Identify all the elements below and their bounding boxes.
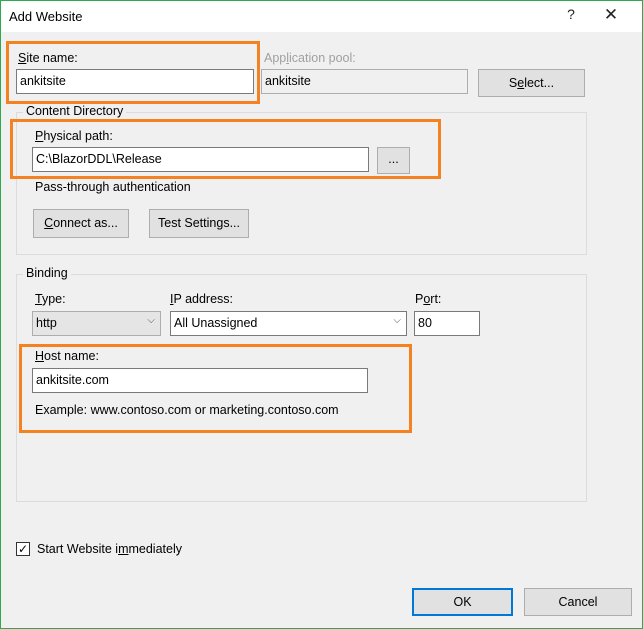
- dialog-title: Add Website: [9, 9, 83, 24]
- label-text: P address:: [173, 292, 234, 306]
- host-name-label: Host name:: [35, 349, 99, 363]
- physical-path-label: Physical path:: [35, 129, 113, 143]
- type-dropdown[interactable]: http ⌵: [32, 311, 161, 336]
- title-bar: Add Website ? ✕: [1, 1, 642, 32]
- application-pool-label: Application pool:: [264, 51, 356, 65]
- label-text: ost name:: [44, 349, 99, 363]
- content-directory-title: Content Directory: [23, 104, 127, 118]
- ip-address-dropdown[interactable]: All Unassigned ⌵: [170, 311, 407, 336]
- access-key: m: [118, 542, 129, 556]
- binding-title: Binding: [23, 266, 71, 280]
- application-pool-input: ankitsite: [261, 69, 468, 94]
- port-label: Port:: [415, 292, 441, 306]
- site-name-label: Site name:: [18, 51, 78, 65]
- access-key: T: [35, 292, 42, 306]
- label-text: S: [508, 76, 518, 90]
- chevron-down-icon: ⌵: [393, 315, 401, 326]
- site-name-input[interactable]: ankitsite: [16, 69, 254, 94]
- pass-through-auth-label: Pass-through authentication: [35, 180, 191, 194]
- label-text: Test Settin: [158, 216, 217, 230]
- physical-path-input[interactable]: C:\BlazorDDL\Release: [32, 147, 369, 172]
- access-key: C: [44, 216, 54, 230]
- ok-button[interactable]: OK: [412, 588, 513, 616]
- label-text: rt:: [430, 292, 442, 306]
- ip-address-label: IP address:: [170, 292, 233, 306]
- label-text: mediately: [128, 542, 182, 556]
- access-key: H: [35, 349, 45, 363]
- type-value: http: [36, 316, 57, 330]
- start-website-label[interactable]: Start Website immediately: [37, 542, 182, 556]
- label-text: onnect as...: [53, 216, 118, 230]
- host-name-example: Example: www.contoso.com or marketing.co…: [35, 403, 339, 417]
- close-icon[interactable]: ✕: [599, 5, 623, 27]
- add-website-dialog: Add Website ? ✕ Site name: ankitsite App…: [0, 0, 643, 629]
- port-input[interactable]: 80: [414, 311, 480, 336]
- connect-as-button[interactable]: Connect as...: [33, 209, 129, 238]
- label-text: ite name:: [26, 51, 78, 65]
- chevron-down-icon: ⌵: [147, 315, 155, 326]
- label-text: ication pool:: [289, 51, 356, 65]
- select-app-pool-button[interactable]: Select...: [478, 69, 585, 97]
- start-website-checkbox[interactable]: ✓: [16, 542, 30, 556]
- type-label: Type:: [35, 292, 66, 306]
- label-text: App: [264, 51, 287, 65]
- browse-button[interactable]: ...: [377, 147, 410, 174]
- test-settings-button[interactable]: Test Settings...: [149, 209, 249, 238]
- help-icon[interactable]: ?: [561, 6, 581, 26]
- label-text: Start Website i: [37, 542, 119, 556]
- host-name-input[interactable]: ankitsite.com: [32, 368, 368, 393]
- label-text: s...: [223, 216, 240, 230]
- label-text: ype:: [41, 292, 66, 306]
- label-text: hysical path:: [43, 129, 113, 143]
- label-text: lect...: [524, 76, 555, 90]
- cancel-button[interactable]: Cancel: [524, 588, 632, 616]
- ip-address-value: All Unassigned: [174, 316, 258, 330]
